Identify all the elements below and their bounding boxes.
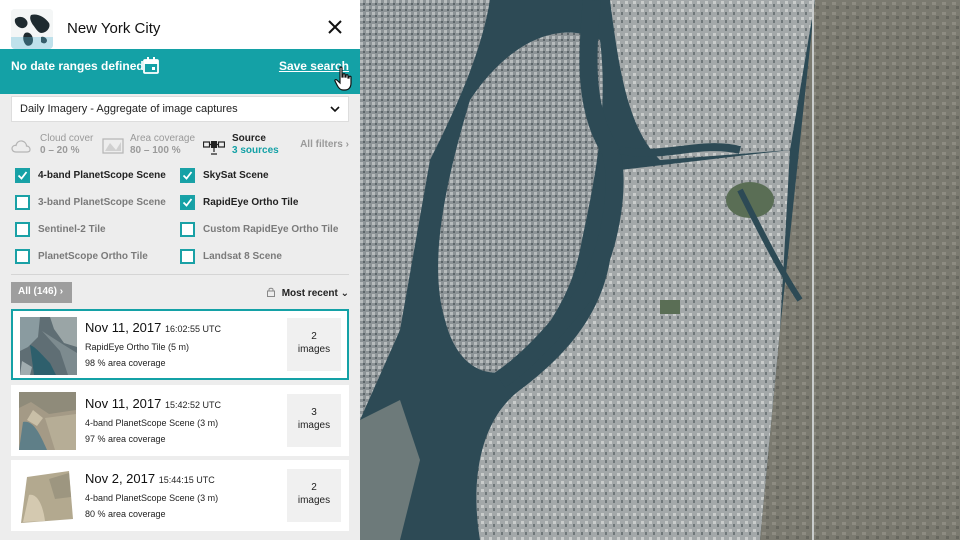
- source-checkbox-skysat-scene[interactable]: SkySat Scene: [180, 168, 269, 184]
- checkbox-unchecked-icon[interactable]: [180, 222, 195, 237]
- search-panel: New York City No date ranges defined Sav…: [0, 0, 360, 540]
- search-title-bar: New York City: [0, 0, 360, 49]
- chevron-right-icon: ›: [345, 139, 349, 150]
- divider: [11, 274, 349, 275]
- all-results-button[interactable]: All (146) ›: [11, 282, 72, 303]
- source-checkbox-custom-rapideye-ortho-tile[interactable]: Custom RapidEye Ortho Tile: [180, 222, 338, 238]
- checkbox-unchecked-icon[interactable]: [15, 222, 30, 237]
- image-count-button[interactable]: 2 images: [287, 318, 341, 371]
- area-coverage-icon: [102, 138, 124, 154]
- result-source: RapidEye Ortho Tile (5 m): [85, 342, 190, 352]
- cloud-cover-filter[interactable]: Cloud cover 0 – 20 %: [40, 133, 93, 157]
- checkbox-checked-icon[interactable]: [15, 168, 30, 183]
- result-card[interactable]: Nov 2, 2017 15:44:15 UTC 4-band PlanetSc…: [11, 460, 349, 531]
- imagery-type-dropdown[interactable]: Daily Imagery - Aggregate of image captu…: [11, 96, 349, 122]
- result-coverage: 98 % area coverage: [85, 358, 166, 368]
- source-checkbox-sentinel2-tile[interactable]: Sentinel-2 Tile: [15, 222, 106, 238]
- result-coverage: 97 % area coverage: [85, 434, 166, 444]
- source-checkbox-rapideye-ortho-tile[interactable]: RapidEye Ortho Tile: [180, 195, 298, 211]
- result-thumbnail: [19, 392, 76, 450]
- cloud-icon: [11, 140, 31, 153]
- result-source: 4-band PlanetScope Scene (3 m): [85, 418, 219, 428]
- image-count-button[interactable]: 2 images: [287, 469, 341, 522]
- result-time: 15:42:52 UTC: [165, 400, 222, 410]
- checkbox-unchecked-icon[interactable]: [180, 249, 195, 264]
- source-filter[interactable]: Source 3 sources: [232, 133, 279, 157]
- checkbox-unchecked-icon[interactable]: [15, 195, 30, 210]
- hand-cursor-icon: [334, 66, 352, 91]
- filter-bar: Cloud cover 0 – 20 % Area coverage 80 – …: [11, 133, 349, 159]
- result-card[interactable]: Nov 11, 2017 16:02:55 UTC RapidEye Ortho…: [11, 309, 349, 380]
- result-source: 4-band PlanetScope Scene (3 m): [85, 493, 219, 503]
- result-thumbnail: [19, 467, 76, 525]
- result-date: Nov 2, 2017: [85, 471, 156, 486]
- source-checkbox-3band-planetscope-scene[interactable]: 3-band PlanetScope Scene: [15, 195, 166, 211]
- result-time: 16:02:55 UTC: [165, 324, 222, 334]
- date-range-text: No date ranges defined: [11, 59, 144, 73]
- source-checkbox-landsat8-scene[interactable]: Landsat 8 Scene: [180, 249, 282, 265]
- chevron-right-icon: ›: [59, 286, 64, 297]
- source-checkbox-4band-planetscope-scene[interactable]: 4-band PlanetScope Scene: [15, 168, 166, 184]
- result-coverage: 80 % area coverage: [85, 509, 166, 519]
- calendar-icon[interactable]: [143, 57, 159, 74]
- sort-dropdown[interactable]: Most recent ⌄: [266, 287, 349, 299]
- area-coverage-filter[interactable]: Area coverage 80 – 100 %: [130, 133, 195, 157]
- checkbox-checked-icon[interactable]: [180, 195, 195, 210]
- satellite-icon: [203, 141, 225, 155]
- result-date: Nov 11, 2017: [85, 396, 162, 411]
- all-filters-button[interactable]: All filters ›: [300, 139, 349, 150]
- satellite-map[interactable]: [360, 0, 960, 540]
- search-title: New York City: [67, 20, 161, 37]
- result-thumbnail: [20, 317, 77, 375]
- imagery-type-value: Daily Imagery - Aggregate of image captu…: [20, 103, 238, 115]
- close-icon[interactable]: [324, 16, 346, 38]
- chevron-down-icon: [330, 106, 340, 113]
- satellite-imagery: [360, 0, 960, 540]
- chevron-down-icon: ⌄: [340, 288, 349, 299]
- source-checkbox-planetscope-ortho-tile[interactable]: PlanetScope Ortho Tile: [15, 249, 148, 265]
- lock-icon: [266, 287, 275, 297]
- result-time: 15:44:15 UTC: [158, 475, 215, 485]
- search-header: New York City No date ranges defined Sav…: [0, 0, 360, 94]
- checkbox-unchecked-icon[interactable]: [15, 249, 30, 264]
- image-count-button[interactable]: 3 images: [287, 394, 341, 447]
- result-date: Nov 11, 2017: [85, 320, 162, 335]
- globe-icon: [11, 9, 53, 49]
- checkbox-checked-icon[interactable]: [180, 168, 195, 183]
- result-card[interactable]: Nov 11, 2017 15:42:52 UTC 4-band PlanetS…: [11, 385, 349, 456]
